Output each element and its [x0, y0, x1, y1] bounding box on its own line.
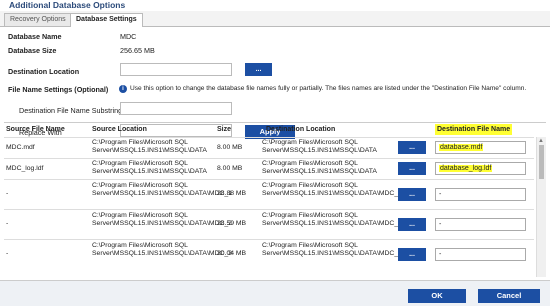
file-name-settings-hint: Use this option to change the database f… — [130, 85, 527, 92]
row-browse-button[interactable]: ... — [398, 218, 426, 231]
column-header-destination-location[interactable]: Destination Location — [266, 123, 335, 137]
source-location-cell: C:\Program Files\Microsoft SQL Server\MS… — [92, 242, 232, 257]
column-header-destination-file[interactable]: Destination File Name — [435, 124, 513, 135]
row-browse-button[interactable]: ... — [398, 162, 426, 175]
source-file-cell: - — [6, 190, 9, 197]
substring-label: Destination File Name Substring — [19, 106, 123, 115]
destination-location-cell: C:\Program Files\Microsoft SQL Server\MS… — [262, 139, 377, 154]
file-name-settings-label: File Name Settings (Optional) — [8, 85, 109, 94]
table-row: - C:\Program Files\Microsoft SQL Server\… — [4, 239, 534, 270]
source-file-cell: - — [6, 250, 9, 257]
database-name-value: MDC — [120, 32, 137, 41]
destination-location-cell: C:\Program Files\Microsoft SQL Server\MS… — [262, 212, 402, 227]
destination-location-label: Destination Location — [8, 67, 80, 76]
ok-button[interactable]: OK — [408, 289, 466, 303]
tab-database-settings[interactable]: Database Settings — [70, 13, 143, 27]
row-browse-button[interactable]: ... — [398, 141, 426, 154]
destination-location-cell: C:\Program Files\Microsoft SQL Server\MS… — [262, 160, 377, 175]
table-row: MDC_log.ldf C:\Program Files\Microsoft S… — [4, 158, 534, 180]
window-titlebar: Additional Database Options — [0, 0, 550, 11]
database-size-label: Database Size — [8, 46, 57, 55]
destination-file-input[interactable]: - — [435, 188, 526, 201]
window-title: Additional Database Options — [9, 0, 126, 10]
scroll-up-arrow-icon[interactable]: ▲ — [538, 138, 544, 144]
column-header-source-file[interactable]: Source File Name — [6, 123, 65, 137]
source-location-cell: C:\Program Files\Microsoft SQL Server\MS… — [92, 212, 232, 227]
source-file-cell: MDC_log.ldf — [6, 165, 44, 172]
grid-scrollbar[interactable]: ▲ — [536, 137, 546, 277]
source-location-cell: C:\Program Files\Microsoft SQL Server\MS… — [92, 139, 207, 154]
database-name-label: Database Name — [8, 32, 62, 41]
info-icon: i — [119, 85, 127, 93]
tab-recovery-options[interactable]: Recovery Options — [4, 13, 72, 26]
substring-input[interactable] — [120, 102, 232, 115]
destination-file-input[interactable]: database.mdf — [435, 141, 526, 154]
scrollbar-thumb[interactable] — [539, 145, 544, 179]
database-size-value: 256.65 MB — [120, 46, 155, 55]
destination-browse-button[interactable]: ... — [245, 63, 272, 76]
destination-location-cell: C:\Program Files\Microsoft SQL Server\MS… — [262, 242, 402, 257]
size-cell: 28.59 MB — [217, 220, 247, 227]
size-cell: 8.00 MB — [217, 144, 243, 151]
destination-location-cell: C:\Program Files\Microsoft SQL Server\MS… — [262, 182, 402, 197]
column-header-source-location[interactable]: Source Location — [92, 123, 147, 137]
table-row: - C:\Program Files\Microsoft SQL Server\… — [4, 179, 534, 210]
row-browse-button[interactable]: ... — [398, 248, 426, 261]
source-file-cell: - — [6, 220, 9, 227]
source-location-cell: C:\Program Files\Microsoft SQL Server\MS… — [92, 160, 207, 175]
size-cell: 8.00 MB — [217, 165, 243, 172]
size-cell: 28.88 MB — [217, 190, 247, 197]
destination-file-input[interactable]: - — [435, 248, 526, 261]
destination-file-value: database_log.ldf — [439, 165, 493, 172]
cancel-button[interactable]: Cancel — [478, 289, 540, 303]
destination-file-input[interactable]: database_log.ldf — [435, 162, 526, 175]
tab-bar: Recovery Options Database Settings — [0, 11, 550, 27]
destination-file-input[interactable]: - — [435, 218, 526, 231]
row-browse-button[interactable]: ... — [398, 188, 426, 201]
table-row: - C:\Program Files\Microsoft SQL Server\… — [4, 209, 534, 240]
destination-location-input[interactable] — [120, 63, 232, 76]
source-location-cell: C:\Program Files\Microsoft SQL Server\MS… — [92, 182, 232, 197]
source-file-cell: MDC.mdf — [6, 144, 35, 151]
size-cell: 30.04 MB — [217, 250, 247, 257]
destination-file-value: database.mdf — [439, 144, 484, 151]
table-row: MDC.mdf C:\Program Files\Microsoft SQL S… — [4, 137, 534, 159]
database-files-grid: Source File Name Source Location Size De… — [4, 122, 546, 278]
column-header-size[interactable]: Size — [217, 123, 231, 137]
dialog-footer: OK Cancel — [0, 280, 550, 306]
